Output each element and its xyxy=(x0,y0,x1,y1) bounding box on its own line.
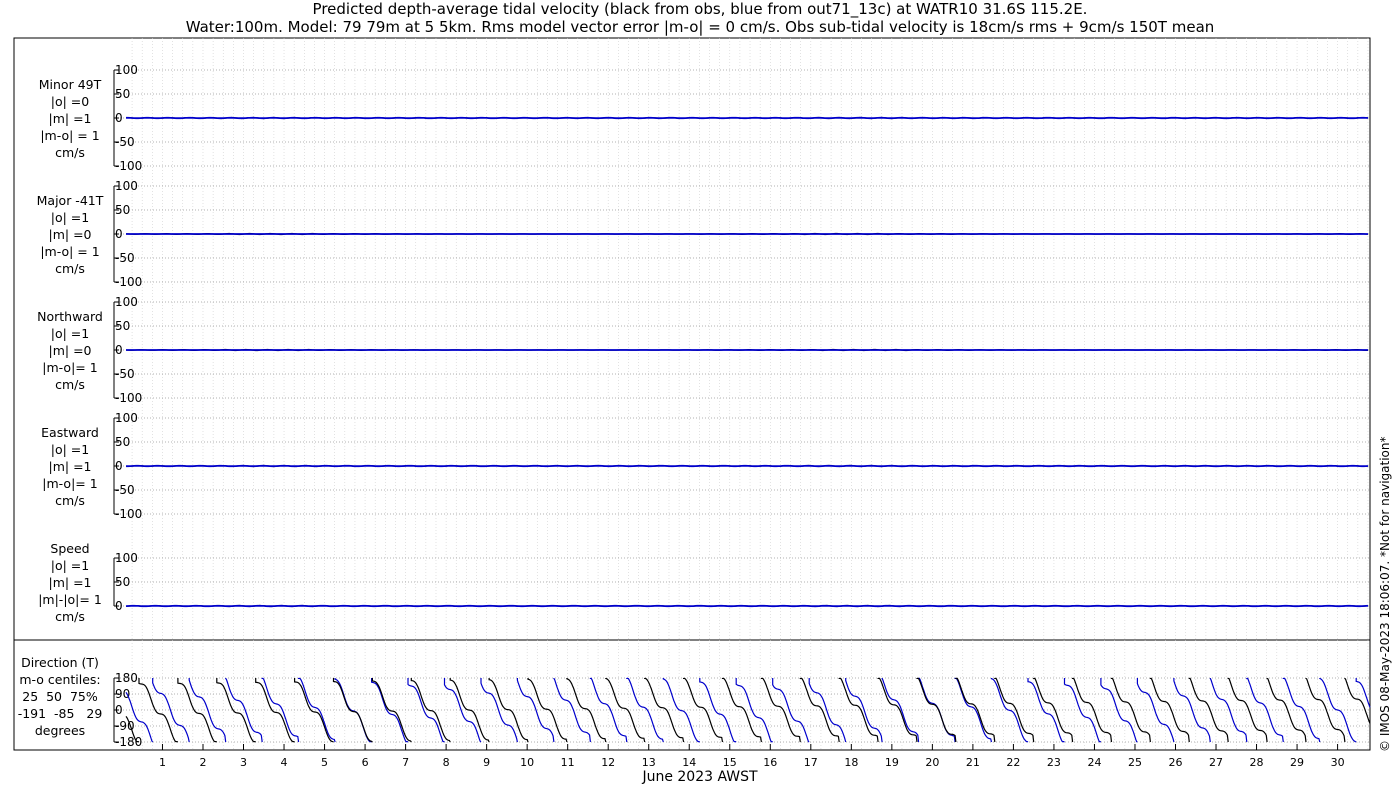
x-tick-label: 21 xyxy=(966,756,980,769)
x-tick-label: 19 xyxy=(885,756,899,769)
y-tick-label: 100 xyxy=(115,179,138,193)
y-tick-label: 100 xyxy=(115,63,138,77)
x-axis-label: June 2023 AWST xyxy=(642,769,758,785)
x-tick-label: 27 xyxy=(1209,756,1223,769)
x-tick-label: 16 xyxy=(763,756,777,769)
x-tick-label: 24 xyxy=(1087,756,1101,769)
x-tick-label: 7 xyxy=(402,756,409,769)
x-tick-label: 20 xyxy=(925,756,939,769)
panel-label-speed: Speed |o| =1 |m| =1 |m|-|o|= 1 cm/s xyxy=(38,541,102,624)
x-tick-label: 15 xyxy=(723,756,737,769)
y-tick-label: -100 xyxy=(115,275,142,289)
x-tick-label: 5 xyxy=(321,756,328,769)
x-tick-label: 6 xyxy=(362,756,369,769)
x-tick-label: 29 xyxy=(1290,756,1304,769)
x-tick-label: 2 xyxy=(199,756,206,769)
y-tick-label: 100 xyxy=(115,411,138,425)
x-tick-label: 10 xyxy=(520,756,534,769)
x-tick-label: 22 xyxy=(1006,756,1020,769)
y-tick-label: -100 xyxy=(115,159,142,173)
x-tick-label: 11 xyxy=(561,756,575,769)
panel-label-northward: Northward |o| =1 |m| =0 |m-o|= 1 cm/s xyxy=(37,309,103,392)
x-tick-label: 8 xyxy=(443,756,450,769)
x-tick-label: 25 xyxy=(1128,756,1142,769)
x-tick-label: 9 xyxy=(483,756,490,769)
y-tick-label: 90 xyxy=(115,687,130,701)
x-tick-label: 14 xyxy=(682,756,696,769)
x-tick-label: 1 xyxy=(159,756,166,769)
y-tick-label: -100 xyxy=(115,507,142,521)
x-tick-label: 4 xyxy=(281,756,288,769)
x-tick-label: 28 xyxy=(1250,756,1264,769)
x-tick-label: 17 xyxy=(804,756,818,769)
x-tick-label: 18 xyxy=(844,756,858,769)
x-tick-label: 23 xyxy=(1047,756,1061,769)
x-tick-label: 3 xyxy=(240,756,247,769)
y-tick-label: 180 xyxy=(115,671,138,685)
panel-label-eastward: Eastward |o| =1 |m| =1 |m-o|= 1 cm/s xyxy=(41,425,99,508)
panel-label-major: Major -41T |o| =1 |m| =0 |m-o| = 1 cm/s xyxy=(36,193,104,276)
x-tick-label: 26 xyxy=(1168,756,1182,769)
upper-frame xyxy=(13,37,1371,641)
credit-text: © IMOS 08-May-2023 18:06:07. *Not for na… xyxy=(1378,436,1392,753)
panel-label-minor: Minor 49T |o| =0 |m| =1 |m-o| = 1 cm/s xyxy=(38,77,102,160)
panel-label-direction: Direction (T) m-o centiles: 25 50 75% -1… xyxy=(17,655,103,738)
y-tick-label: 0 xyxy=(115,703,123,717)
y-tick-label: -100 xyxy=(115,391,142,405)
y-tick-label: 100 xyxy=(115,295,138,309)
tidal-velocity-chart: 1 2 3 4 5 6 7 8 9 10 11 12 13 14 15 16 17 18 19 20 21 22 23 24 2… xyxy=(13,37,1371,769)
x-tick-label: 13 xyxy=(642,756,656,769)
x-tick-label: 12 xyxy=(601,756,615,769)
x-tick-label: 30 xyxy=(1331,756,1345,769)
